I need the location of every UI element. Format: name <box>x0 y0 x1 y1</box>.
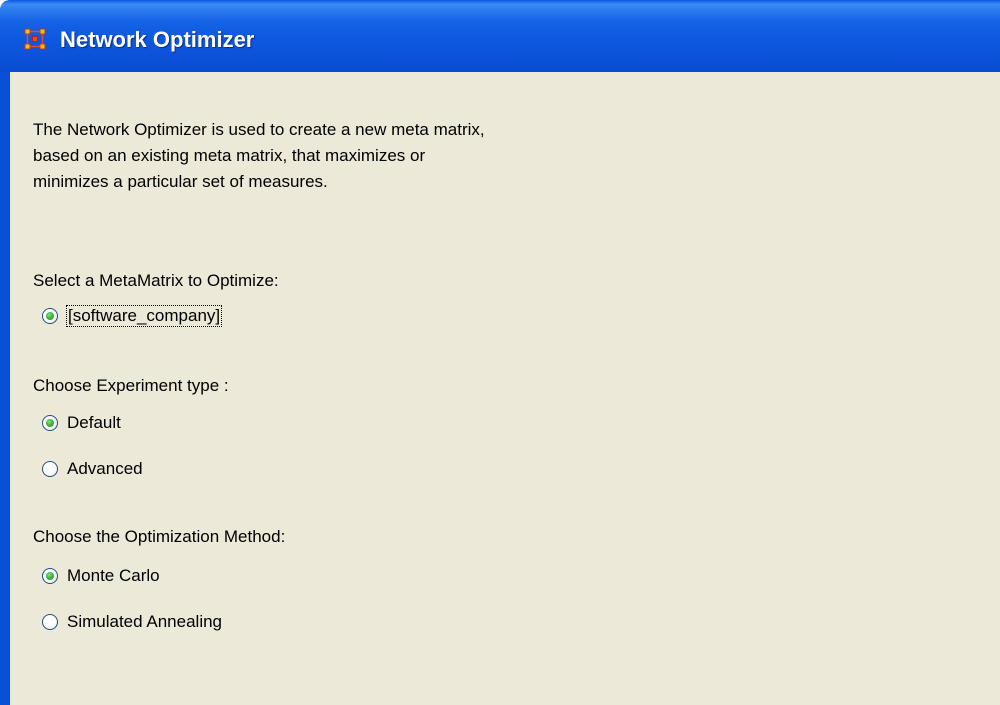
radio-label: [software_company] <box>65 305 223 327</box>
method-radio-simulated-annealing[interactable]: Simulated Annealing <box>42 610 222 634</box>
method-radio-monte-carlo[interactable]: Monte Carlo <box>42 564 160 588</box>
window-title: Network Optimizer <box>60 27 255 52</box>
description-line: The Network Optimizer is used to create … <box>33 120 485 139</box>
method-group-label: Choose the Optimization Method: <box>33 527 286 546</box>
radio-selected-icon[interactable] <box>42 568 58 584</box>
network-app-icon <box>24 28 46 50</box>
radio-unselected-icon[interactable] <box>42 614 58 630</box>
experiment-radio-default[interactable]: Default <box>42 411 121 435</box>
radio-unselected-icon[interactable] <box>42 461 58 477</box>
metamatrix-radio-software-company[interactable]: [software_company] <box>42 304 223 328</box>
radio-label: Default <box>67 413 121 432</box>
radio-label: Simulated Annealing <box>67 612 223 631</box>
description-line: based on an existing meta matrix, that m… <box>33 146 426 165</box>
metamatrix-group-label: Select a MetaMatrix to Optimize: <box>33 271 279 290</box>
experiment-group-label: Choose Experiment type : <box>33 376 229 395</box>
experiment-radio-advanced[interactable]: Advanced <box>42 457 143 481</box>
radio-label: Advanced <box>67 459 143 478</box>
description-line: minimizes a particular set of measures. <box>33 172 328 191</box>
title-bar[interactable]: Network Optimizer <box>0 0 1000 72</box>
network-optimizer-window: Network Optimizer The Network Optimizer … <box>0 0 1000 705</box>
radio-label: Monte Carlo <box>67 566 160 585</box>
description-text: The Network Optimizer is used to create … <box>33 117 673 195</box>
radio-selected-icon[interactable] <box>42 308 58 324</box>
dialog-content: The Network Optimizer is used to create … <box>10 72 1000 705</box>
radio-selected-icon[interactable] <box>42 415 58 431</box>
